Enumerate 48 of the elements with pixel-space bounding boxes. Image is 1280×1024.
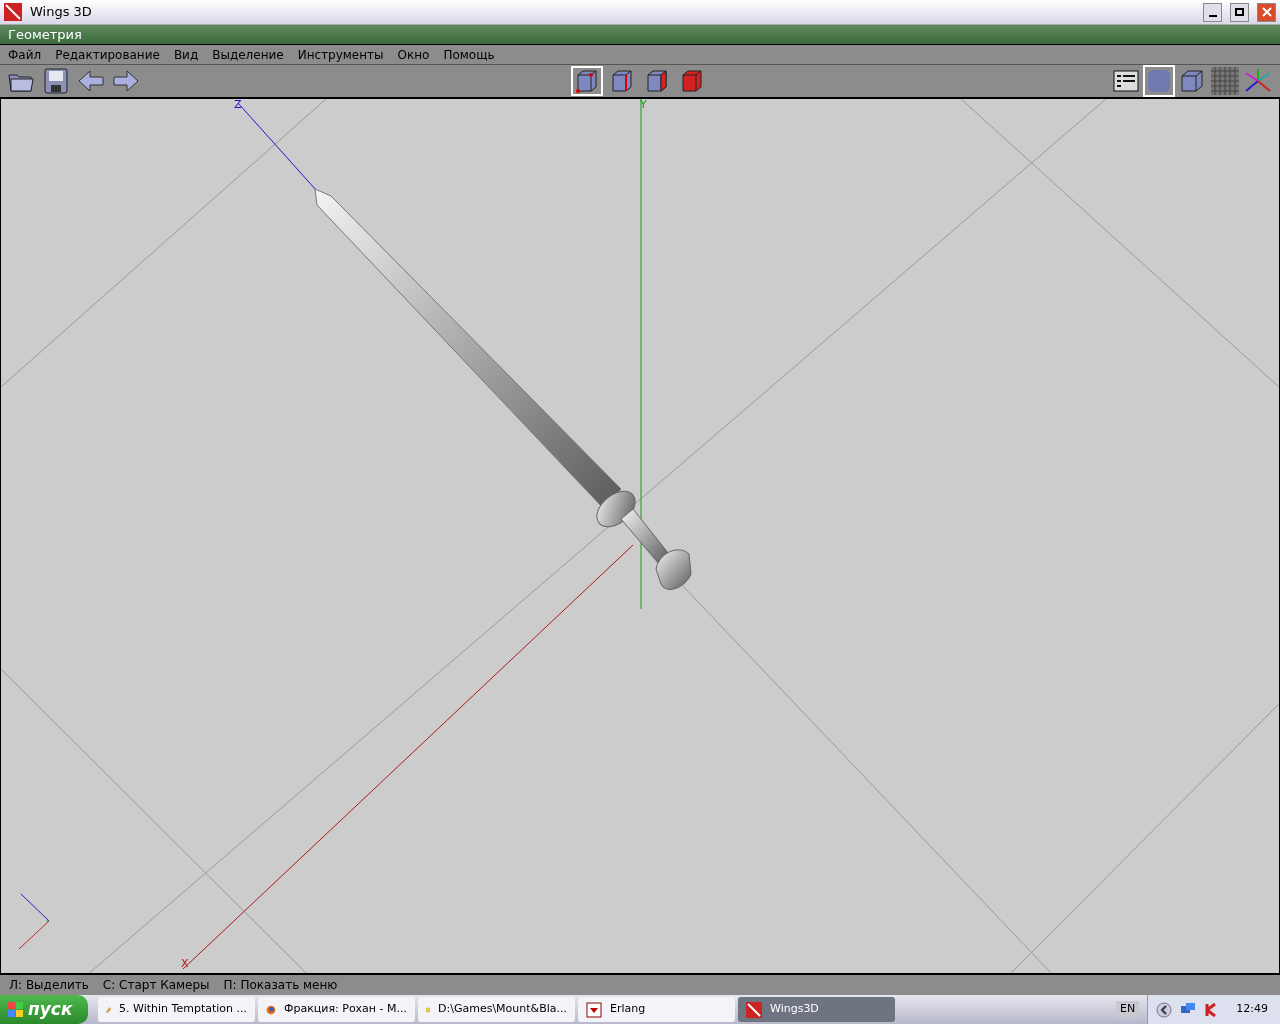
grid-plane-icon xyxy=(1211,67,1239,95)
wings-logo-icon xyxy=(746,1001,762,1018)
taskbar-button[interactable]: D:\Games\Mount&Bla... xyxy=(418,997,575,1022)
smooth-cube-icon xyxy=(1146,68,1172,94)
view-axes-icon xyxy=(18,893,50,950)
panel-layout-icon xyxy=(1113,70,1139,92)
menu-item[interactable]: Вид xyxy=(173,45,199,64)
clock: 12:49 xyxy=(1236,1001,1268,1018)
status-hint: С: Старт Камеры xyxy=(102,977,210,994)
geometry-title: Геометрия xyxy=(8,25,82,44)
vertex-mode-button[interactable] xyxy=(571,66,603,96)
menu-item[interactable]: Файл xyxy=(8,45,42,64)
taskbar-button[interactable]: 5. Within Temptation ... xyxy=(98,997,255,1022)
edge-select-cube-icon xyxy=(610,69,634,93)
windows-logo-icon xyxy=(8,1001,24,1018)
start-button[interactable]: пуск xyxy=(0,995,88,1024)
cube-icon xyxy=(1180,69,1204,93)
axis-label: Y xyxy=(640,99,647,110)
groundplane-view-button[interactable] xyxy=(1209,65,1241,97)
body-select-cube-icon xyxy=(680,69,704,93)
menu-item[interactable]: Выделение xyxy=(212,45,284,64)
axes-icon xyxy=(1244,67,1272,95)
left-arrow-icon xyxy=(77,69,105,93)
save-button[interactable] xyxy=(41,66,71,96)
axis-label: X xyxy=(181,958,189,969)
window-title: Wings 3D xyxy=(30,3,93,22)
menu-item[interactable]: Окно xyxy=(397,45,430,64)
status-hint: П: Показать меню xyxy=(223,977,338,994)
menu-item[interactable]: Редактирование xyxy=(55,45,160,64)
menu-item[interactable]: Помощь xyxy=(443,45,495,64)
status-hint: Л: Выделить xyxy=(9,977,89,994)
smooth-view-button[interactable] xyxy=(1143,65,1175,97)
minimize-button[interactable] xyxy=(1203,2,1222,22)
taskbar-button[interactable]: Erlang xyxy=(578,997,735,1022)
restore-button[interactable] xyxy=(1230,2,1249,22)
face-select-cube-icon xyxy=(645,69,669,93)
axis-label: Z xyxy=(234,99,242,110)
wings-logo-icon xyxy=(4,3,22,21)
taskbar-button[interactable]: Wings3D xyxy=(738,997,895,1022)
menu-item[interactable]: Инструменты xyxy=(297,45,384,64)
close-button[interactable] xyxy=(1257,2,1276,22)
app-window-icon xyxy=(586,1001,602,1018)
taskbar-button[interactable]: Фракция: Рохан - М... xyxy=(258,997,415,1022)
chevron-left-icon[interactable] xyxy=(1156,1001,1173,1018)
language-indicator[interactable]: EN xyxy=(1116,1001,1140,1018)
right-arrow-icon xyxy=(112,69,140,93)
vertex-select-cube-icon xyxy=(575,69,599,93)
close-icon xyxy=(1261,7,1272,17)
